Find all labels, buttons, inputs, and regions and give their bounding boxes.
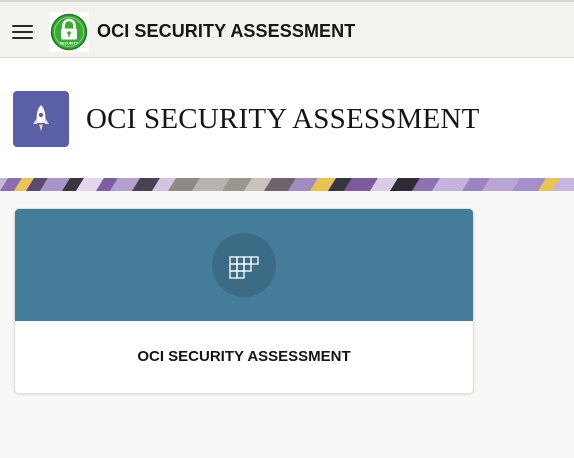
grid-blocks-icon	[212, 233, 276, 297]
card-banner	[15, 209, 473, 321]
logo-text: SECURITY	[60, 42, 79, 46]
rocket-icon	[13, 91, 69, 147]
app-title: OCI SECURITY ASSESSMENT	[97, 21, 356, 41]
assessment-card[interactable]: OCI SECURITY ASSESSMENT	[14, 208, 474, 394]
card-label: OCI SECURITY ASSESSMENT	[137, 348, 351, 365]
security-lock-logo-icon: SECURITY	[49, 12, 89, 52]
top-app-bar: SECURITY OCI SECURITY ASSESSMENT	[0, 0, 574, 58]
page-title: OCI SECURITY ASSESSMENT	[86, 103, 480, 135]
app-page: SECURITY OCI SECURITY ASSESSMENT OCI SEC…	[0, 0, 574, 458]
page-header: OCI SECURITY ASSESSMENT	[0, 58, 574, 178]
hamburger-menu-icon[interactable]	[12, 25, 33, 39]
decorative-banner-strip	[0, 178, 574, 191]
